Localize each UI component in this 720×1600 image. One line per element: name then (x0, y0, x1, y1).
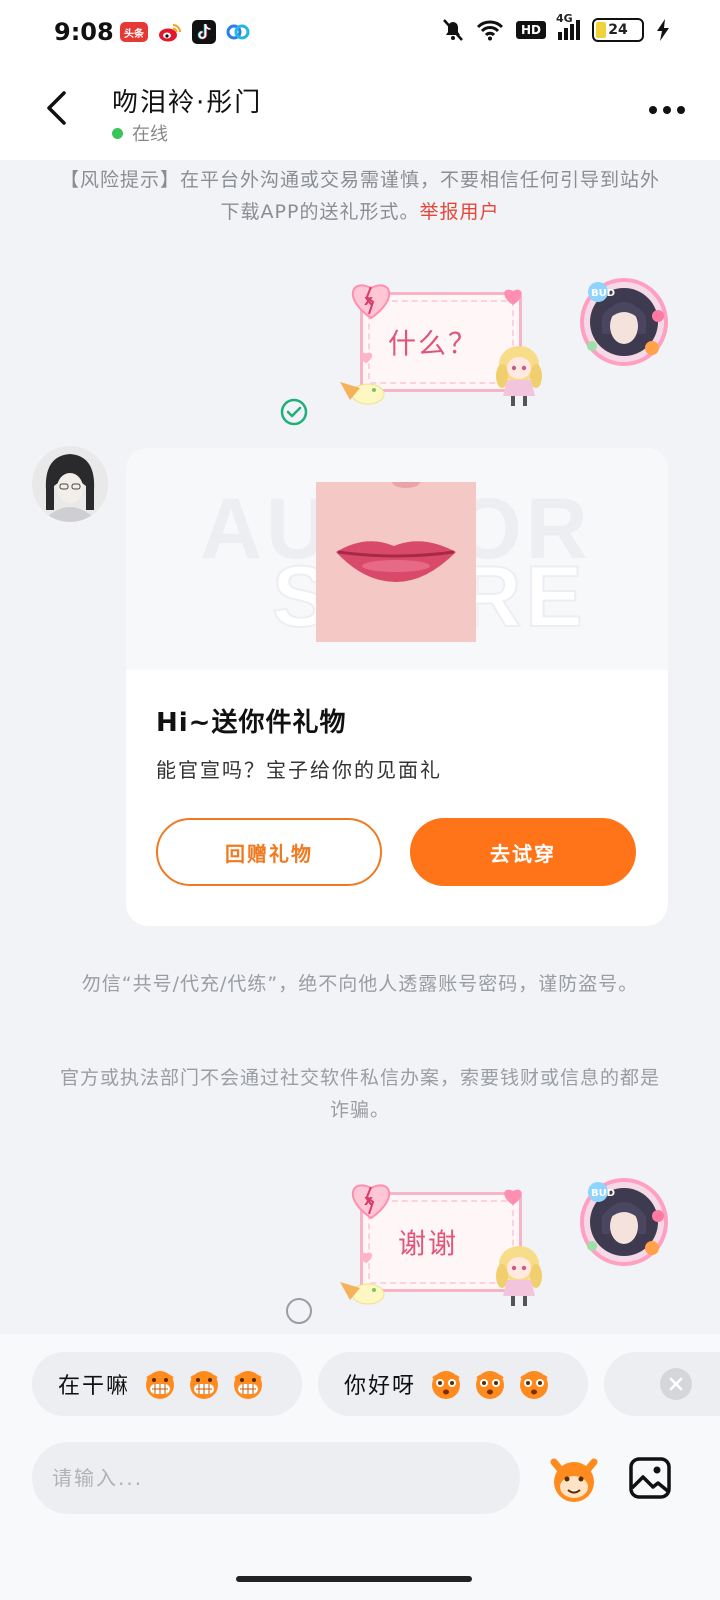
hd-badge: HD (515, 21, 546, 39)
online-status-dot (112, 128, 123, 139)
heart-icon (359, 1252, 373, 1264)
sticker-text: 什么？ (388, 327, 479, 360)
quick-reply-text: 你好呀 (344, 1374, 417, 1399)
status-time: 9:08 (54, 18, 114, 46)
grinning-mascot-icon (234, 1371, 263, 1399)
contact-name[interactable]: 吻泪袊·彤门 (112, 82, 262, 119)
try-on-button[interactable]: 去试穿 (410, 818, 636, 886)
grinning-mascot-icon (146, 1371, 175, 1399)
cloud-drive-icon (226, 20, 250, 44)
report-user-link[interactable]: 举报用户 (419, 201, 499, 223)
toutiao-icon: 头条 (120, 22, 148, 42)
online-status-text: 在线 (132, 124, 168, 145)
more-options-button[interactable] (642, 92, 692, 128)
home-indicator[interactable] (236, 1576, 472, 1582)
gift-preview: AUTHOR STORE (126, 448, 668, 670)
status-indicators: HD 4G 24 (442, 12, 670, 42)
tiktok-icon (192, 20, 216, 44)
svg-text:BUD: BUD (591, 1188, 615, 1199)
chat-header: 吻泪袊·彤门 在线 (0, 64, 720, 160)
surprised-mascot-icon (476, 1371, 505, 1399)
safety-tip: 官方或执法部门不会通过社交软件私信办案，索要钱财或信息的都是诈骗。 (60, 1067, 661, 1121)
heart-icon (504, 289, 522, 305)
image-picker-icon (629, 1457, 671, 1499)
svg-text:x: x (364, 1193, 373, 1209)
gift-subtitle: 能官宣吗？宝子给你的见面礼 (156, 758, 442, 782)
avatar-frame-icon: BUD (580, 1178, 668, 1266)
more-dots-icon (649, 106, 657, 114)
back-button[interactable] (36, 86, 76, 130)
anime-doll-icon (496, 346, 542, 406)
my-avatar[interactable]: BUD (578, 1176, 670, 1268)
message-input[interactable] (32, 1442, 520, 1514)
anime-doll-icon (496, 1246, 542, 1306)
sticker-text: 谢谢 (398, 1227, 459, 1260)
svg-text:x: x (364, 293, 373, 309)
mute-bell-icon (443, 19, 463, 41)
svg-text:BUD: BUD (591, 288, 615, 299)
broken-heart-icon: x (351, 1184, 391, 1220)
battery-icon: 24 (592, 18, 644, 42)
image-picker-button[interactable] (628, 1456, 672, 1500)
weibo-icon (158, 20, 182, 44)
close-icon (669, 1377, 683, 1391)
sending-spinner-icon (286, 1298, 312, 1324)
contact-avatar-image (32, 446, 108, 522)
quick-reply-text: 在干嘛 (58, 1374, 131, 1399)
mascot-emoji-icon (550, 1458, 598, 1502)
battery-level: 24 (608, 22, 628, 38)
risk-notice: 【风险提示】在平台外沟通或交易需谨慎，不要相信任何引导到站外下载APP的送礼形式… (60, 164, 660, 228)
sticker-message[interactable]: 什么？ x (340, 284, 542, 406)
back-arrow-icon (47, 91, 66, 125)
heart-icon (504, 1189, 522, 1205)
ice-cream-icon (340, 1282, 385, 1305)
gift-title: Hi~送你件礼物 (156, 708, 347, 738)
emoji-button[interactable] (546, 1454, 602, 1504)
status-bar: 9:08 头条 HD 4G 24 (0, 0, 720, 64)
grinning-mascot-icon (190, 1371, 219, 1399)
surprised-mascot-icon (520, 1371, 549, 1399)
heart-icon (359, 352, 373, 364)
close-quick-replies-button[interactable] (660, 1368, 692, 1400)
surprised-mascot-icon (432, 1371, 461, 1399)
ice-cream-icon (340, 382, 385, 405)
sticker-message[interactable]: 谢谢 x (340, 1184, 542, 1306)
sent-check-icon (280, 398, 308, 426)
contact-avatar[interactable] (32, 446, 108, 522)
charging-bolt-icon (657, 19, 669, 41)
broken-heart-icon: x (351, 284, 391, 320)
status-app-icons: 头条 (120, 20, 250, 44)
return-gift-button[interactable]: 回赠礼物 (156, 818, 382, 886)
gift-message-card[interactable]: AUTHOR STORE Hi~送你件礼物 能官宣吗？宝子给你的见面礼 回赠礼物… (126, 448, 668, 926)
wifi-icon (476, 20, 504, 41)
risk-notice-text: 【风险提示】在平台外沟通或交易需谨慎，不要相信任何引导到站外下载APP的送礼形式… (60, 169, 661, 223)
quick-reply-chip[interactable]: 你好呀 (318, 1352, 588, 1416)
network-type: 4G (556, 12, 573, 25)
lips-gift-image (316, 482, 476, 642)
avatar-frame-icon: BUD (580, 278, 668, 366)
my-avatar[interactable]: BUD (578, 276, 670, 368)
signal-icon: 4G (556, 12, 580, 40)
quick-reply-chip[interactable]: 在干嘛 (32, 1352, 302, 1416)
safety-tip: 勿信“共号/代充/代练”，绝不向他人透露账号密码，谨防盗号。 (81, 973, 639, 995)
